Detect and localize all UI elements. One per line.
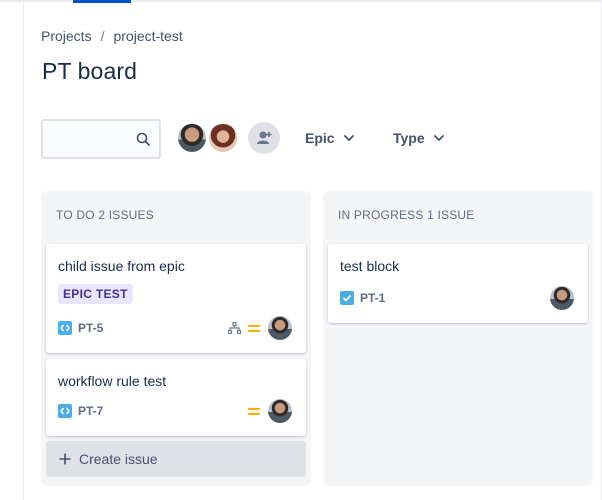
page-title: PT board: [42, 58, 137, 84]
board-column-in-progress: IN PROGRESS 1 ISSUE test block PT-1: [323, 191, 593, 486]
assignee-avatar[interactable]: [268, 399, 292, 423]
child-issues-icon[interactable]: [228, 322, 241, 334]
create-issue-label: Create issue: [79, 451, 158, 467]
add-person-icon: [257, 131, 272, 144]
breadcrumb: Projects / project-test: [41, 28, 183, 44]
issue-card[interactable]: child issue from epic EPIC TEST PT-5: [46, 244, 306, 353]
sidebar-divider: [23, 0, 24, 500]
issue-key-text: PT-1: [360, 291, 386, 305]
issue-key-text: PT-5: [78, 321, 104, 335]
type-filter-dropdown[interactable]: Type: [393, 130, 444, 146]
epic-filter-label: Epic: [305, 130, 335, 146]
column-header: IN PROGRESS 1 ISSUE: [338, 208, 475, 222]
search-icon: [136, 132, 150, 146]
issue-key: PT-1: [340, 291, 385, 305]
subtask-icon: [58, 321, 72, 335]
plus-icon: [59, 453, 71, 465]
issue-key-text: PT-7: [78, 404, 104, 418]
issue-card[interactable]: workflow rule test PT-7: [46, 359, 306, 436]
breadcrumb-projects-link[interactable]: Projects: [41, 28, 92, 44]
issue-card[interactable]: test block PT-1: [328, 244, 588, 323]
priority-medium-icon: [248, 406, 260, 416]
issue-title: child issue from epic: [58, 258, 185, 274]
avatar-filter-user-2[interactable]: [207, 122, 239, 154]
create-issue-button[interactable]: Create issue: [46, 441, 306, 477]
issue-title: workflow rule test: [58, 373, 167, 389]
assignee-avatar[interactable]: [550, 286, 574, 310]
avatar-filter-user-1[interactable]: [176, 122, 208, 154]
chevron-down-icon: [433, 135, 444, 141]
breadcrumb-project-link[interactable]: project-test: [113, 28, 182, 44]
column-header: TO DO 2 ISSUES: [56, 208, 154, 222]
board-column-todo: TO DO 2 ISSUES child issue from epic EPI…: [41, 191, 311, 486]
issue-title: test block: [340, 258, 400, 274]
issue-key: PT-7: [58, 404, 103, 418]
issue-key: PT-5: [58, 321, 103, 335]
breadcrumb-separator: /: [100, 28, 105, 44]
search-input[interactable]: [41, 119, 161, 159]
epic-badge[interactable]: EPIC TEST: [58, 284, 133, 304]
epic-filter-dropdown[interactable]: Epic: [305, 130, 354, 146]
subtask-icon: [58, 404, 72, 418]
assignee-avatar[interactable]: [268, 316, 292, 340]
task-icon: [340, 291, 354, 305]
priority-medium-icon: [248, 323, 260, 333]
type-filter-label: Type: [393, 130, 425, 146]
add-people-button[interactable]: [248, 122, 280, 154]
active-nav-indicator: [73, 0, 131, 3]
chevron-down-icon: [343, 135, 354, 141]
